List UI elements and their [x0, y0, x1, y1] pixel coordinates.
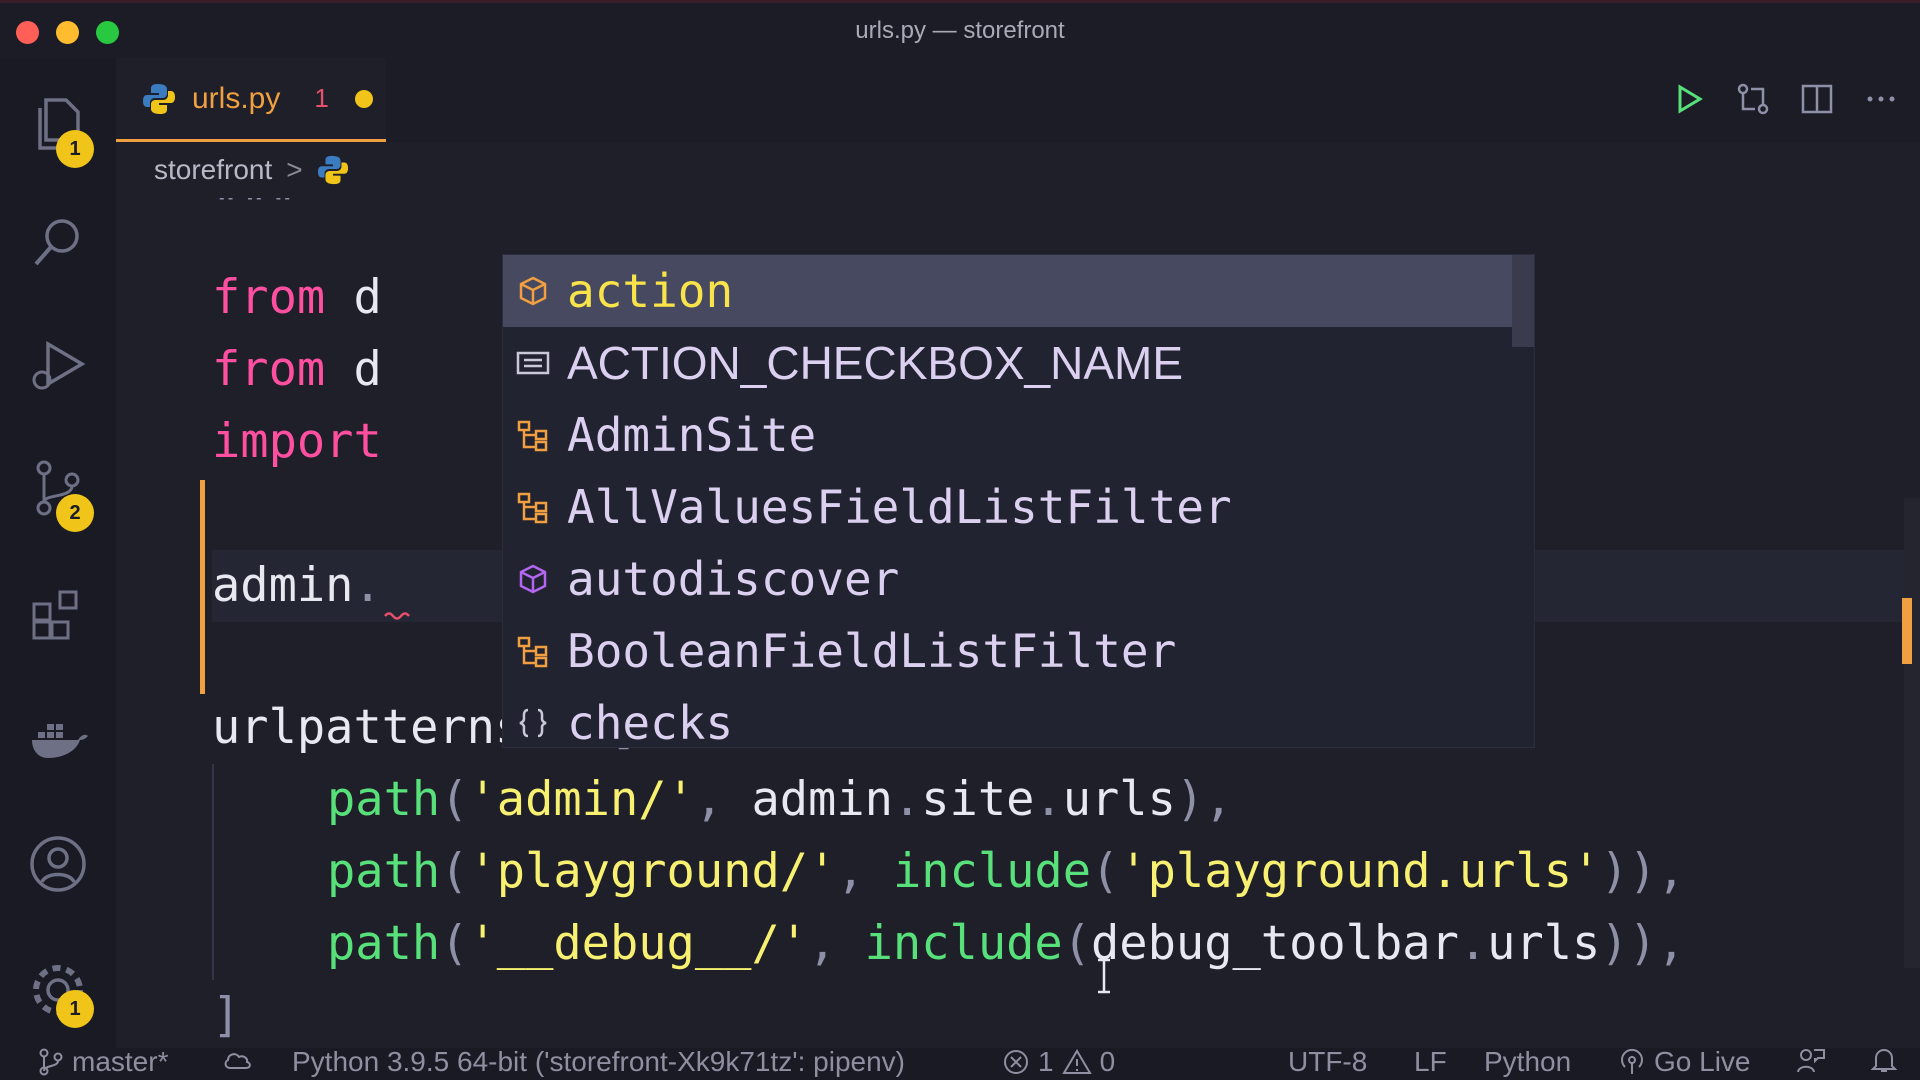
explorer-button[interactable]: 1 — [0, 74, 116, 174]
code-line-path-playground: path('playground/', include('playground.… — [327, 844, 1686, 899]
python-file-icon — [143, 83, 175, 114]
suggestion-item[interactable]: action — [503, 255, 1517, 327]
run-debug-button[interactable] — [0, 316, 116, 416]
breadcrumb-separator: > — [286, 154, 303, 185]
suggestion-item[interactable]: checks — [503, 687, 1517, 747]
activity-bar: 1 2 1 — [0, 58, 116, 1048]
account-icon — [30, 836, 86, 892]
warning-count: 0 — [1099, 1046, 1116, 1077]
suggestion-item[interactable]: autodiscover — [503, 543, 1517, 615]
settings-badge: 1 — [56, 990, 94, 1028]
source-control-badge: 2 — [56, 494, 94, 532]
bell-icon — [1870, 1049, 1898, 1072]
code-line-path-admin: path('admin/', admin.site.urls), — [327, 772, 1233, 827]
code-line-closing-bracket: ] — [212, 988, 241, 1043]
broadcast-icon — [1621, 1048, 1643, 1074]
compare-changes-icon — [1737, 83, 1769, 115]
namespace-icon — [513, 703, 553, 743]
python-interpreter-status[interactable]: Python 3.9.5 64-bit ('storefront-Xk9k71t… — [292, 1046, 905, 1078]
git-branch-icon — [39, 1048, 63, 1076]
unsaved-dot-icon[interactable] — [354, 89, 373, 108]
suggest-scrollbar[interactable] — [1512, 255, 1534, 347]
docker-icon — [32, 724, 88, 758]
search-icon — [34, 219, 79, 266]
git-modified-gutter — [200, 480, 205, 694]
code-editor[interactable]: """ from d from d import admin. urlpatte… — [116, 198, 1920, 1046]
explorer-badge: 1 — [56, 130, 94, 168]
encoding-label: UTF-8 — [1288, 1046, 1368, 1077]
play-icon — [1678, 84, 1703, 114]
title-bar: urls.py — storefront — [0, 0, 1920, 58]
cloud-sync-icon — [224, 1053, 251, 1069]
run-debug-icon — [32, 340, 86, 390]
suggestion-item[interactable]: BooleanFieldListFilter — [503, 615, 1517, 687]
source-control-button[interactable]: 2 — [0, 438, 116, 538]
notifications-button[interactable] — [1870, 1046, 1898, 1074]
language-mode-status[interactable]: Python — [1484, 1046, 1571, 1078]
suggest-widget: action ACTION_CHECKBOX_NAME AdminSite Al… — [502, 254, 1535, 748]
tab-problem-count: 1 — [314, 83, 329, 113]
docker-button[interactable] — [0, 690, 116, 790]
extensions-icon — [32, 590, 78, 640]
branch-name: master* — [72, 1046, 169, 1077]
code-line-import: import — [212, 414, 382, 469]
search-button[interactable] — [0, 192, 116, 292]
code-line-path-debug: path('__debug__/', include(debug_toolbar… — [327, 916, 1686, 971]
split-editor-button[interactable] — [1798, 80, 1836, 118]
problems-status[interactable]: 1 0 — [1002, 1046, 1115, 1078]
tab-bar: urls.py 1 — [116, 58, 1920, 142]
text-cursor-icon — [1098, 958, 1110, 994]
window-title: urls.py — storefront — [855, 17, 1065, 44]
manage-button[interactable]: 1 — [0, 940, 116, 1040]
code-line-from-2: from d — [212, 342, 382, 397]
warning-icon — [1061, 1049, 1092, 1074]
code-line-docstring: """ — [212, 198, 297, 233]
eol-status[interactable]: LF — [1414, 1046, 1447, 1078]
more-actions-button[interactable] — [1862, 80, 1900, 118]
method-icon — [513, 559, 553, 599]
error-count: 1 — [1038, 1046, 1054, 1077]
status-bar: master* Python 3.9.5 64-bit ('storefront… — [0, 1046, 1920, 1080]
error-icon — [1004, 1050, 1028, 1074]
variable-icon — [513, 343, 553, 383]
suggestion-item[interactable]: ACTION_CHECKBOX_NAME — [503, 327, 1517, 399]
suggestion-item[interactable]: AdminSite — [503, 399, 1517, 471]
module-icon — [513, 271, 553, 311]
tab-urls-py[interactable]: urls.py 1 — [116, 58, 386, 142]
split-editor-icon — [1801, 84, 1833, 114]
python-file-icon[interactable] — [317, 154, 349, 186]
ellipsis-icon — [1867, 96, 1895, 102]
class-icon — [513, 415, 553, 455]
breadcrumb-folder[interactable]: storefront — [154, 154, 272, 186]
feedback-icon — [1797, 1049, 1825, 1073]
sync-button[interactable] — [222, 1046, 254, 1072]
extensions-button[interactable] — [0, 564, 116, 664]
run-python-file-button[interactable] — [1670, 80, 1708, 118]
indent-guide — [212, 764, 214, 980]
encoding-status[interactable]: UTF-8 — [1288, 1046, 1367, 1078]
error-squiggle — [384, 612, 410, 620]
accounts-button[interactable] — [0, 814, 116, 914]
scrollbar-change-marker — [1902, 598, 1912, 664]
branch-status[interactable]: master* — [38, 1046, 168, 1078]
eol-label: LF — [1414, 1046, 1447, 1077]
go-live-label: Go Live — [1654, 1046, 1751, 1077]
language-label: Python — [1484, 1046, 1572, 1077]
class-icon — [513, 487, 553, 527]
code-line-admin: admin. — [212, 558, 382, 613]
editor-actions — [1670, 80, 1900, 118]
code-line-from-1: from d — [212, 270, 382, 325]
feedback-button[interactable] — [1796, 1046, 1826, 1074]
editor-scrollbar[interactable] — [1904, 498, 1920, 968]
go-live-button[interactable]: Go Live — [1618, 1046, 1751, 1078]
class-icon — [513, 631, 553, 671]
breadcrumb: storefront > — [116, 142, 1920, 198]
suggestion-item[interactable]: AllValuesFieldListFilter — [503, 471, 1517, 543]
tab-label: urls.py — [192, 81, 281, 115]
open-changes-button[interactable] — [1734, 80, 1772, 118]
interpreter-label: Python 3.9.5 64-bit ('storefront-Xk9k71t… — [292, 1046, 906, 1077]
